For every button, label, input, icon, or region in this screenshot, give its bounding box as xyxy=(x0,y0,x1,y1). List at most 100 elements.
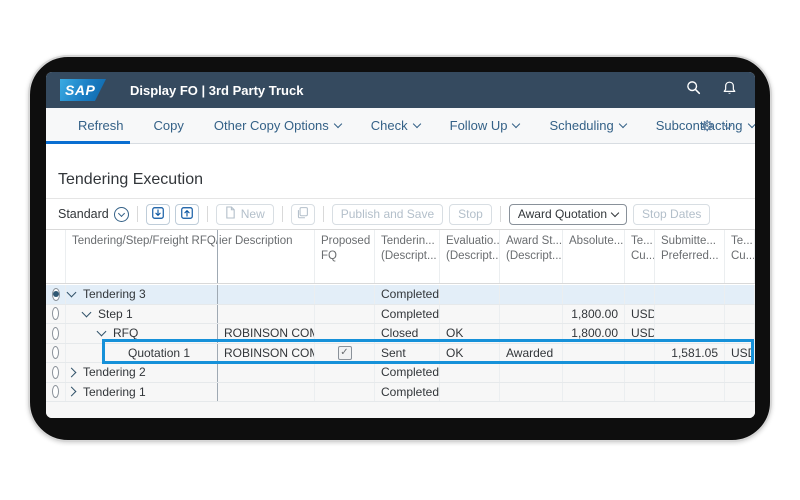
view-selector[interactable]: Standard xyxy=(58,207,129,222)
cell-tendering-status: Completed xyxy=(375,363,440,382)
table-settings-group[interactable]: ⚙ xyxy=(701,108,731,144)
cell-tree: Step 1 xyxy=(66,305,218,324)
menu-item-scheduling[interactable]: Scheduling xyxy=(534,108,640,143)
stop-button: Stop xyxy=(449,204,492,225)
cell-currency1: USD xyxy=(625,324,655,343)
menu-item-check[interactable]: Check xyxy=(356,108,435,143)
cell-submitted xyxy=(655,324,725,343)
tree-expander-icon[interactable] xyxy=(67,387,77,397)
menu-item-other-copy-options[interactable]: Other Copy Options xyxy=(199,108,356,143)
header-cell-absolute[interactable]: Absolute... xyxy=(563,230,625,283)
cell-evaluation xyxy=(440,383,500,402)
cell-currency2 xyxy=(725,383,755,402)
row-select-radio[interactable] xyxy=(52,288,60,301)
view-selector-label: Standard xyxy=(58,207,109,221)
row-select-radio[interactable] xyxy=(52,307,59,320)
cell-radio xyxy=(46,344,66,363)
table-row-tendering-3[interactable]: Tendering 3Completed xyxy=(46,285,755,305)
cell-tendering-status: Completed xyxy=(375,383,440,402)
action-menu-bar: Refresh Copy Other Copy Options Check Follow… xyxy=(46,108,755,144)
header-label: Tenderin... xyxy=(381,234,435,249)
header-label: ier Description xyxy=(219,234,310,249)
sap-logo-text: SAP xyxy=(60,82,95,98)
menu-item-label: Other Copy Options xyxy=(214,118,329,133)
cell-evaluation xyxy=(440,285,500,304)
menu-item-refresh[interactable]: Refresh xyxy=(63,108,139,143)
search-icon[interactable] xyxy=(686,80,701,100)
gear-icon[interactable]: ⚙ xyxy=(701,119,714,134)
header-cell-award-status[interactable]: Award St...(Descript... xyxy=(500,230,563,283)
expand-all-button[interactable] xyxy=(146,204,170,225)
cell-absolute xyxy=(563,363,625,382)
cell-proposed-fq xyxy=(315,383,375,402)
cell-currency1 xyxy=(625,285,655,304)
tree-node-label: Tendering 2 xyxy=(83,365,146,379)
row-select-radio[interactable] xyxy=(52,366,59,379)
cell-tree: Tendering 1 xyxy=(66,383,218,402)
table-row-tendering-2[interactable]: Tendering 2 Completed xyxy=(46,363,755,383)
cell-text: Completed xyxy=(381,307,439,321)
table-toolbar: Standard xyxy=(46,199,755,229)
cell-text: Sent xyxy=(381,346,406,360)
cell-text: USD xyxy=(731,346,755,360)
header-cell-submitted[interactable]: Submitte...Preferred... xyxy=(655,230,725,283)
row-select-radio[interactable] xyxy=(52,327,59,340)
sap-logo: SAP xyxy=(60,79,106,101)
header-label: Preferred... xyxy=(661,249,720,264)
header-cell-tendering-status[interactable]: Tenderin...(Descript... xyxy=(375,230,440,283)
cell-text: 1,800.00 xyxy=(571,307,618,321)
cell-award-status xyxy=(500,324,563,343)
cell-award-status xyxy=(500,285,563,304)
award-quotation-button[interactable]: Award Quotation xyxy=(509,204,627,225)
tree-expander-icon[interactable] xyxy=(97,327,107,337)
cell-text: ROBINSON COM... xyxy=(224,326,315,340)
header-label: Award St... xyxy=(506,234,558,249)
header-cell-tree[interactable]: Tendering/Step/Freight RFQ/... xyxy=(66,230,218,283)
notifications-bell-icon[interactable] xyxy=(722,80,737,101)
cell-proposed-fq xyxy=(315,324,375,343)
header-cell-description[interactable]: ier Description xyxy=(218,230,315,283)
cell-award-status: Awarded xyxy=(500,344,563,363)
chevron-down-circle-icon xyxy=(114,207,129,222)
cell-absolute xyxy=(563,383,625,402)
cell-currency1 xyxy=(625,383,655,402)
cell-award-status xyxy=(500,383,563,402)
table-row-quotation-1[interactable]: Quotation 1ROBINSON COM...✓SentOKAwarded… xyxy=(46,344,755,364)
tree-expander-icon[interactable] xyxy=(82,307,92,317)
menu-item-follow-up[interactable]: Follow Up xyxy=(435,108,535,143)
cell-text: USD xyxy=(631,326,655,340)
cell-text: 1,800.00 xyxy=(571,326,618,340)
header-cell-currency2[interactable]: Te...Cu... xyxy=(725,230,755,283)
header-cell-proposed-fq[interactable]: ProposedFQ xyxy=(315,230,375,283)
header-cell-evaluation[interactable]: Evaluatio...(Descript... xyxy=(440,230,500,283)
cell-tendering-status: Completed xyxy=(375,285,440,304)
table-empty-area xyxy=(46,402,755,418)
menu-item-copy[interactable]: Copy xyxy=(139,108,199,143)
proposed-fq-checkbox-checked: ✓ xyxy=(338,346,352,360)
menu-item-label: Refresh xyxy=(78,118,124,133)
cell-radio xyxy=(46,285,66,304)
tree-expander-icon[interactable] xyxy=(67,367,77,377)
header-label: Te... xyxy=(631,234,650,249)
tree-node-label: Tendering 1 xyxy=(83,385,146,399)
row-select-radio[interactable] xyxy=(52,346,59,359)
header-cell-currency1[interactable]: Te...Cu... xyxy=(625,230,655,283)
cell-evaluation xyxy=(440,305,500,324)
toolbar-divider xyxy=(500,206,501,222)
table-row-tendering-1[interactable]: Tendering 1 Completed xyxy=(46,383,755,403)
cell-tree: Tendering 2 xyxy=(66,363,218,382)
header-cell-select xyxy=(46,230,66,283)
menu-item-subcontracting[interactable]: Subcontracting xyxy=(641,108,755,143)
cell-submitted xyxy=(655,305,725,324)
tree-expander-icon[interactable] xyxy=(67,288,77,298)
menu-item-label: Follow Up xyxy=(450,118,508,133)
collapse-all-button[interactable] xyxy=(175,204,199,225)
table-row-rfq[interactable]: RFQROBINSON COM...ClosedOK1,800.00USD xyxy=(46,324,755,344)
cell-evaluation xyxy=(440,363,500,382)
table-row-step-1[interactable]: Step 1Completed1,800.00USD xyxy=(46,305,755,325)
row-select-radio[interactable] xyxy=(52,385,59,398)
header-label: Submitte... xyxy=(661,234,720,249)
collapse-all-icon xyxy=(180,206,194,223)
cell-description xyxy=(218,285,315,304)
award-quotation-label: Award Quotation xyxy=(518,207,607,221)
